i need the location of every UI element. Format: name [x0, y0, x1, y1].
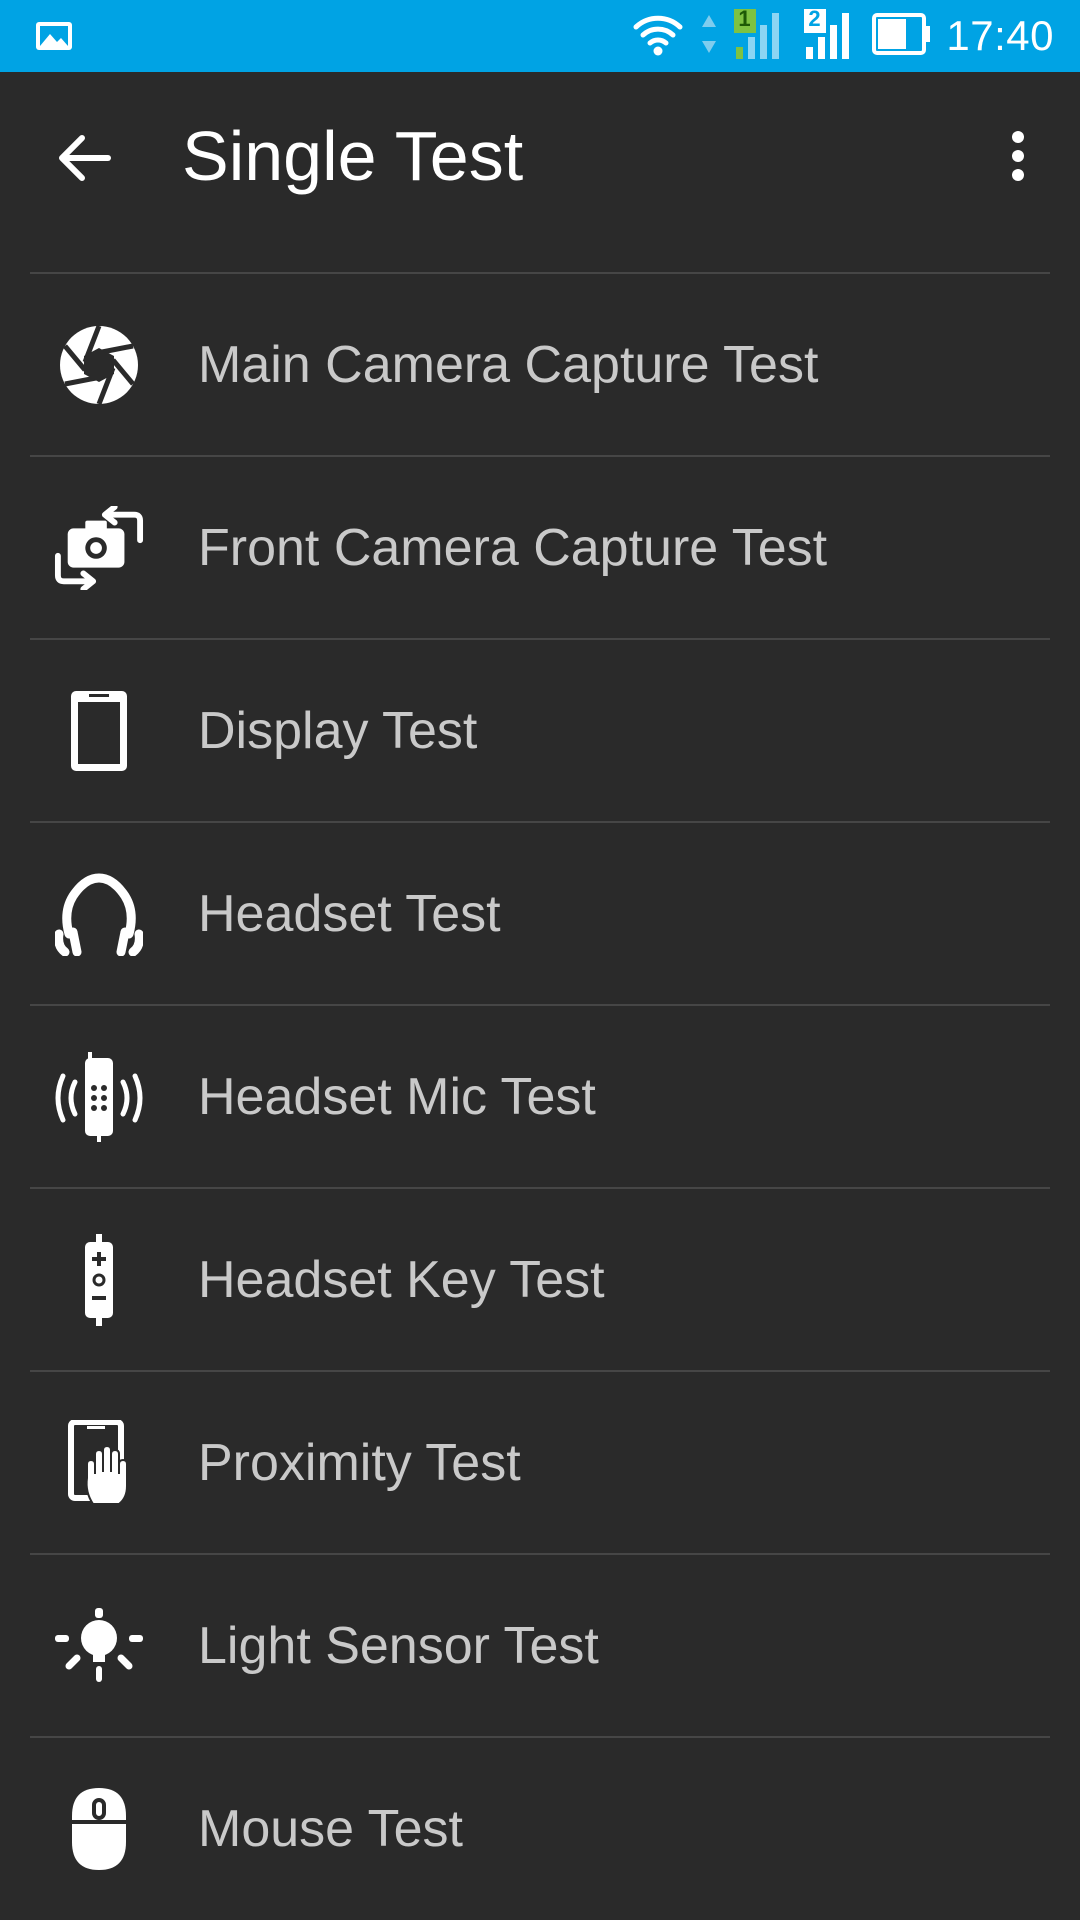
mouse-icon	[54, 1784, 144, 1874]
test-list: Main Camera Capture Test Front Camera Ca…	[0, 272, 1080, 1919]
list-item-label: Headset Test	[198, 884, 501, 943]
list-item-mouse-test[interactable]: Mouse Test	[30, 1736, 1050, 1919]
list-item-main-camera-capture-test[interactable]: Main Camera Capture Test	[30, 272, 1050, 455]
list-item-headset-mic-test[interactable]: Headset Mic Test	[30, 1004, 1050, 1187]
back-button[interactable]	[50, 126, 118, 194]
sim2-label: 2	[808, 5, 821, 31]
gallery-notification-icon	[34, 18, 74, 59]
app-bar: Single Test	[0, 72, 1080, 272]
proximity-hand-icon	[54, 1418, 144, 1508]
more-vert-icon	[1010, 130, 1026, 187]
overflow-menu-button[interactable]	[982, 122, 1054, 194]
list-item-headset-test[interactable]: Headset Test	[30, 821, 1050, 1004]
list-item-label: Main Camera Capture Test	[198, 335, 819, 394]
list-item-light-sensor-test[interactable]: Light Sensor Test	[30, 1553, 1050, 1736]
phone-display-icon	[54, 686, 144, 776]
headset-remote-icon	[54, 1233, 144, 1326]
vibrating-mic-icon	[54, 1051, 144, 1142]
list-item-label: Headset Mic Test	[198, 1067, 596, 1126]
list-item-label: Light Sensor Test	[198, 1616, 599, 1675]
arrow-left-icon	[56, 132, 112, 189]
list-item-display-test[interactable]: Display Test	[30, 638, 1050, 821]
battery-icon	[872, 11, 932, 62]
camera-shutter-icon	[54, 320, 144, 410]
sim2-signal-icon: 2	[802, 5, 858, 66]
wifi-icon	[630, 9, 686, 64]
headphones-icon	[54, 869, 144, 959]
light-bulb-icon	[54, 1601, 144, 1691]
list-item-front-camera-capture-test[interactable]: Front Camera Capture Test	[30, 455, 1050, 638]
list-item-proximity-test[interactable]: Proximity Test	[30, 1370, 1050, 1553]
status-time: 17:40	[946, 12, 1054, 59]
data-arrows-icon	[700, 11, 718, 62]
list-item-label: Front Camera Capture Test	[198, 518, 828, 577]
list-item-headset-key-test[interactable]: Headset Key Test	[30, 1187, 1050, 1370]
list-item-label: Mouse Test	[198, 1799, 463, 1858]
status-bar: 1 2 17:40	[0, 0, 1080, 72]
sim1-label: 1	[738, 5, 751, 31]
list-item-label: Headset Key Test	[198, 1250, 605, 1309]
camera-switch-icon	[54, 503, 144, 593]
list-item-label: Display Test	[198, 701, 478, 760]
list-item-label: Proximity Test	[198, 1433, 521, 1492]
sim1-signal-icon: 1	[732, 5, 788, 66]
page-title: Single Test	[182, 117, 524, 195]
